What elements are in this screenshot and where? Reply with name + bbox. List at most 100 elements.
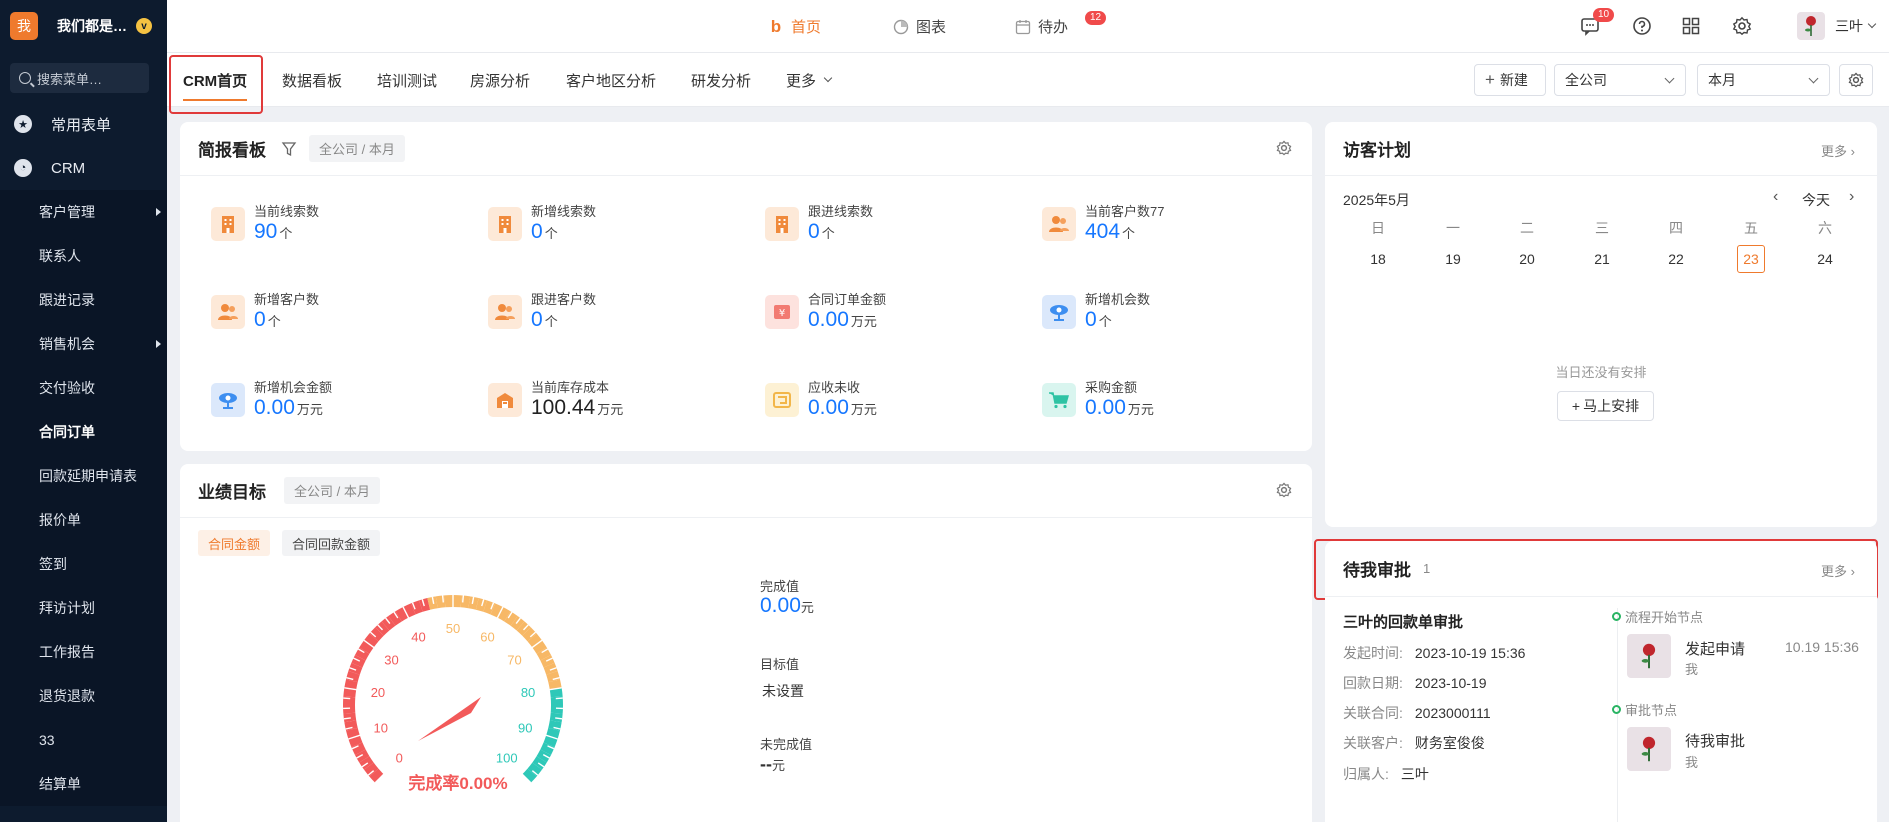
menu-search-input[interactable]: 搜索菜单… [10,63,149,93]
briefing-board-title: 简报看板 [198,141,266,160]
stat-value-row: 0个 [254,308,281,332]
help-button[interactable] [1631,15,1653,37]
stat-value-row: 100.44 万元 [531,396,623,420]
sidebar-item-settlement[interactable]: 结算单 [0,762,167,806]
stat-item[interactable]: 新增线索数 0 个 [488,199,728,255]
stat-label: 新增线索数 [531,204,597,219]
calendar-weekday: 五 [1744,220,1758,236]
stat-item[interactable]: 新增机会金额 0.00 万元 [211,375,451,431]
sidebar-item-returns[interactable]: 退货退款 [0,674,167,718]
sidebar-item-visit-plan[interactable]: 拜访计划 [0,586,167,630]
stat-item[interactable]: 应收未收 0.00 万元 [765,375,1005,431]
stat-label: 合同订单金额 [808,292,887,307]
sidebar-item-quotes[interactable]: 报价单 [0,498,167,542]
tab-region-analysis[interactable]: 客户地区分析 [566,53,656,107]
flow-action: 发起申请 [1685,641,1746,658]
user-menu[interactable]: 三叶 [1797,12,1877,40]
nav-charts[interactable]: 图表 [893,0,946,53]
calendar-day[interactable]: 21 [1588,251,1616,267]
done-value-row: 0.00元 [760,594,814,618]
sidebar-item-delivery[interactable]: 交付验收 [0,366,167,410]
sidebar-item-followups[interactable]: 跟进记录 [0,278,167,322]
stat-item[interactable]: 跟进线索数 0 个 [765,199,1005,255]
sidebar-item-contracts[interactable]: 合同订单 [0,410,167,454]
nav-home[interactable]: b 首页 [768,0,821,53]
stat-item[interactable]: 当前客户数77 404 个 [1042,199,1282,255]
stat-item[interactable]: 跟进客户数 0 个 [488,287,728,343]
calendar-day[interactable]: 22 [1662,251,1690,267]
period-select[interactable]: 本月 [1697,64,1830,96]
sidebar-item-label: 拜访计划 [39,600,95,616]
settings-button[interactable] [1731,15,1753,37]
calendar-today-button[interactable]: 今天 [1802,190,1830,210]
pie-chart-icon [893,19,909,35]
tab-training[interactable]: 培训测试 [377,53,437,107]
approval-item-title[interactable]: 三叶的回款单审批 [1343,611,1463,632]
calendar-day[interactable]: 18 [1364,251,1392,267]
calendar-empty-text: 当日还没有安排 [1555,365,1647,380]
nav-todo[interactable]: 待办 12 [1015,0,1107,53]
yen-icon: ¥ [765,295,799,329]
sidebar-item-opportunities[interactable]: 销售机会 [0,322,167,366]
sidebar-item-checkin[interactable]: 签到 [0,542,167,586]
org-name[interactable]: 我们都是… [57,16,127,36]
stat-item[interactable]: 新增机会数 0 个 [1042,287,1282,343]
stat-value: 90 [254,220,278,243]
stat-value-row: 0个 [531,220,558,244]
calendar-day-today[interactable]: 23 [1737,245,1765,273]
stat-unit: 个 [267,314,281,329]
tab-rd-analysis[interactable]: 研发分析 [691,53,751,107]
message-button[interactable]: 10 [1579,8,1615,37]
sidebar-group-crm[interactable]: ◔ CRM [0,146,167,190]
sidebar-item-customer-mgmt[interactable]: 客户管理 [0,190,167,234]
calendar-day[interactable]: 24 [1811,251,1839,267]
stat-item[interactable]: 采购金额 0.00 万元 [1042,375,1282,431]
stat-item[interactable]: 当前库存成本 100.44 万元 [488,375,728,431]
stat-label: 当前线索数 [254,204,320,219]
board-settings-button[interactable] [1839,64,1873,96]
visit-plan-more-link[interactable]: 更多 › [1821,141,1855,160]
stat-item[interactable]: 新增客户数 0 个 [211,287,451,343]
briefing-scope-chip: 全公司 / 本月 [309,135,405,162]
field-value: 2023000111 [1414,705,1491,721]
approval-more-link[interactable]: 更多 › [1821,561,1855,580]
gear-icon[interactable] [1276,140,1292,156]
sidebar-group-common-forms[interactable]: ★ 常用表单 [0,102,167,146]
sidebar-item-label: 签到 [39,556,67,572]
arrange-now-button[interactable]: + 马上安排 [1557,391,1654,421]
stat-label: 采购金额 [1085,380,1138,395]
apps-button[interactable] [1680,15,1702,37]
tab-crm-home[interactable]: CRM首页 [183,53,248,107]
more-label: 更多 [1821,144,1848,159]
company-select[interactable]: 全公司 [1554,64,1686,96]
building-icon [488,207,522,241]
sidebar-item-work-report[interactable]: 工作报告 [0,630,167,674]
gear-icon[interactable] [1276,482,1292,498]
gauge-tick-label: 70 [507,652,521,667]
calendar-day[interactable]: 20 [1513,251,1541,267]
stat-item[interactable]: 当前线索数 90 个 [211,199,451,255]
sidebar-item-contacts[interactable]: 联系人 [0,234,167,278]
completion-gauge: 0 10 20 30 40 50 60 70 80 90 100 [343,595,563,784]
subtab-contract-amount[interactable]: 合同金额 [198,530,271,556]
tab-property-analysis[interactable]: 房源分析 [470,53,530,107]
new-button[interactable]: + 新建 [1474,64,1546,96]
rose-icon [1641,736,1656,762]
subtab-payment-amount[interactable]: 合同回款金额 [282,530,381,556]
gauge-tick-label: 50 [446,621,460,636]
sidebar-item-33[interactable]: 33 [0,718,167,762]
rose-icon [1641,643,1656,669]
stat-unit: 个 [821,226,835,241]
tab-more[interactable]: 更多 [786,53,833,107]
gauge-tick-label: 20 [371,685,385,700]
sidebar-header: 我 我们都是… v [0,0,167,52]
tab-data-board[interactable]: 数据看板 [282,53,342,107]
org-logo[interactable]: 我 [10,12,38,40]
sidebar-item-payment-delay[interactable]: 回款延期申请表 [0,454,167,498]
stat-item[interactable]: ¥ 合同订单金额 0.00 万元 [765,287,1005,343]
filter-icon[interactable] [281,141,297,157]
calendar-next-icon[interactable]: › [1849,188,1854,206]
calendar-prev-icon[interactable]: ‹ [1773,188,1778,206]
flow-avatar [1627,727,1671,771]
calendar-day[interactable]: 19 [1439,251,1467,267]
